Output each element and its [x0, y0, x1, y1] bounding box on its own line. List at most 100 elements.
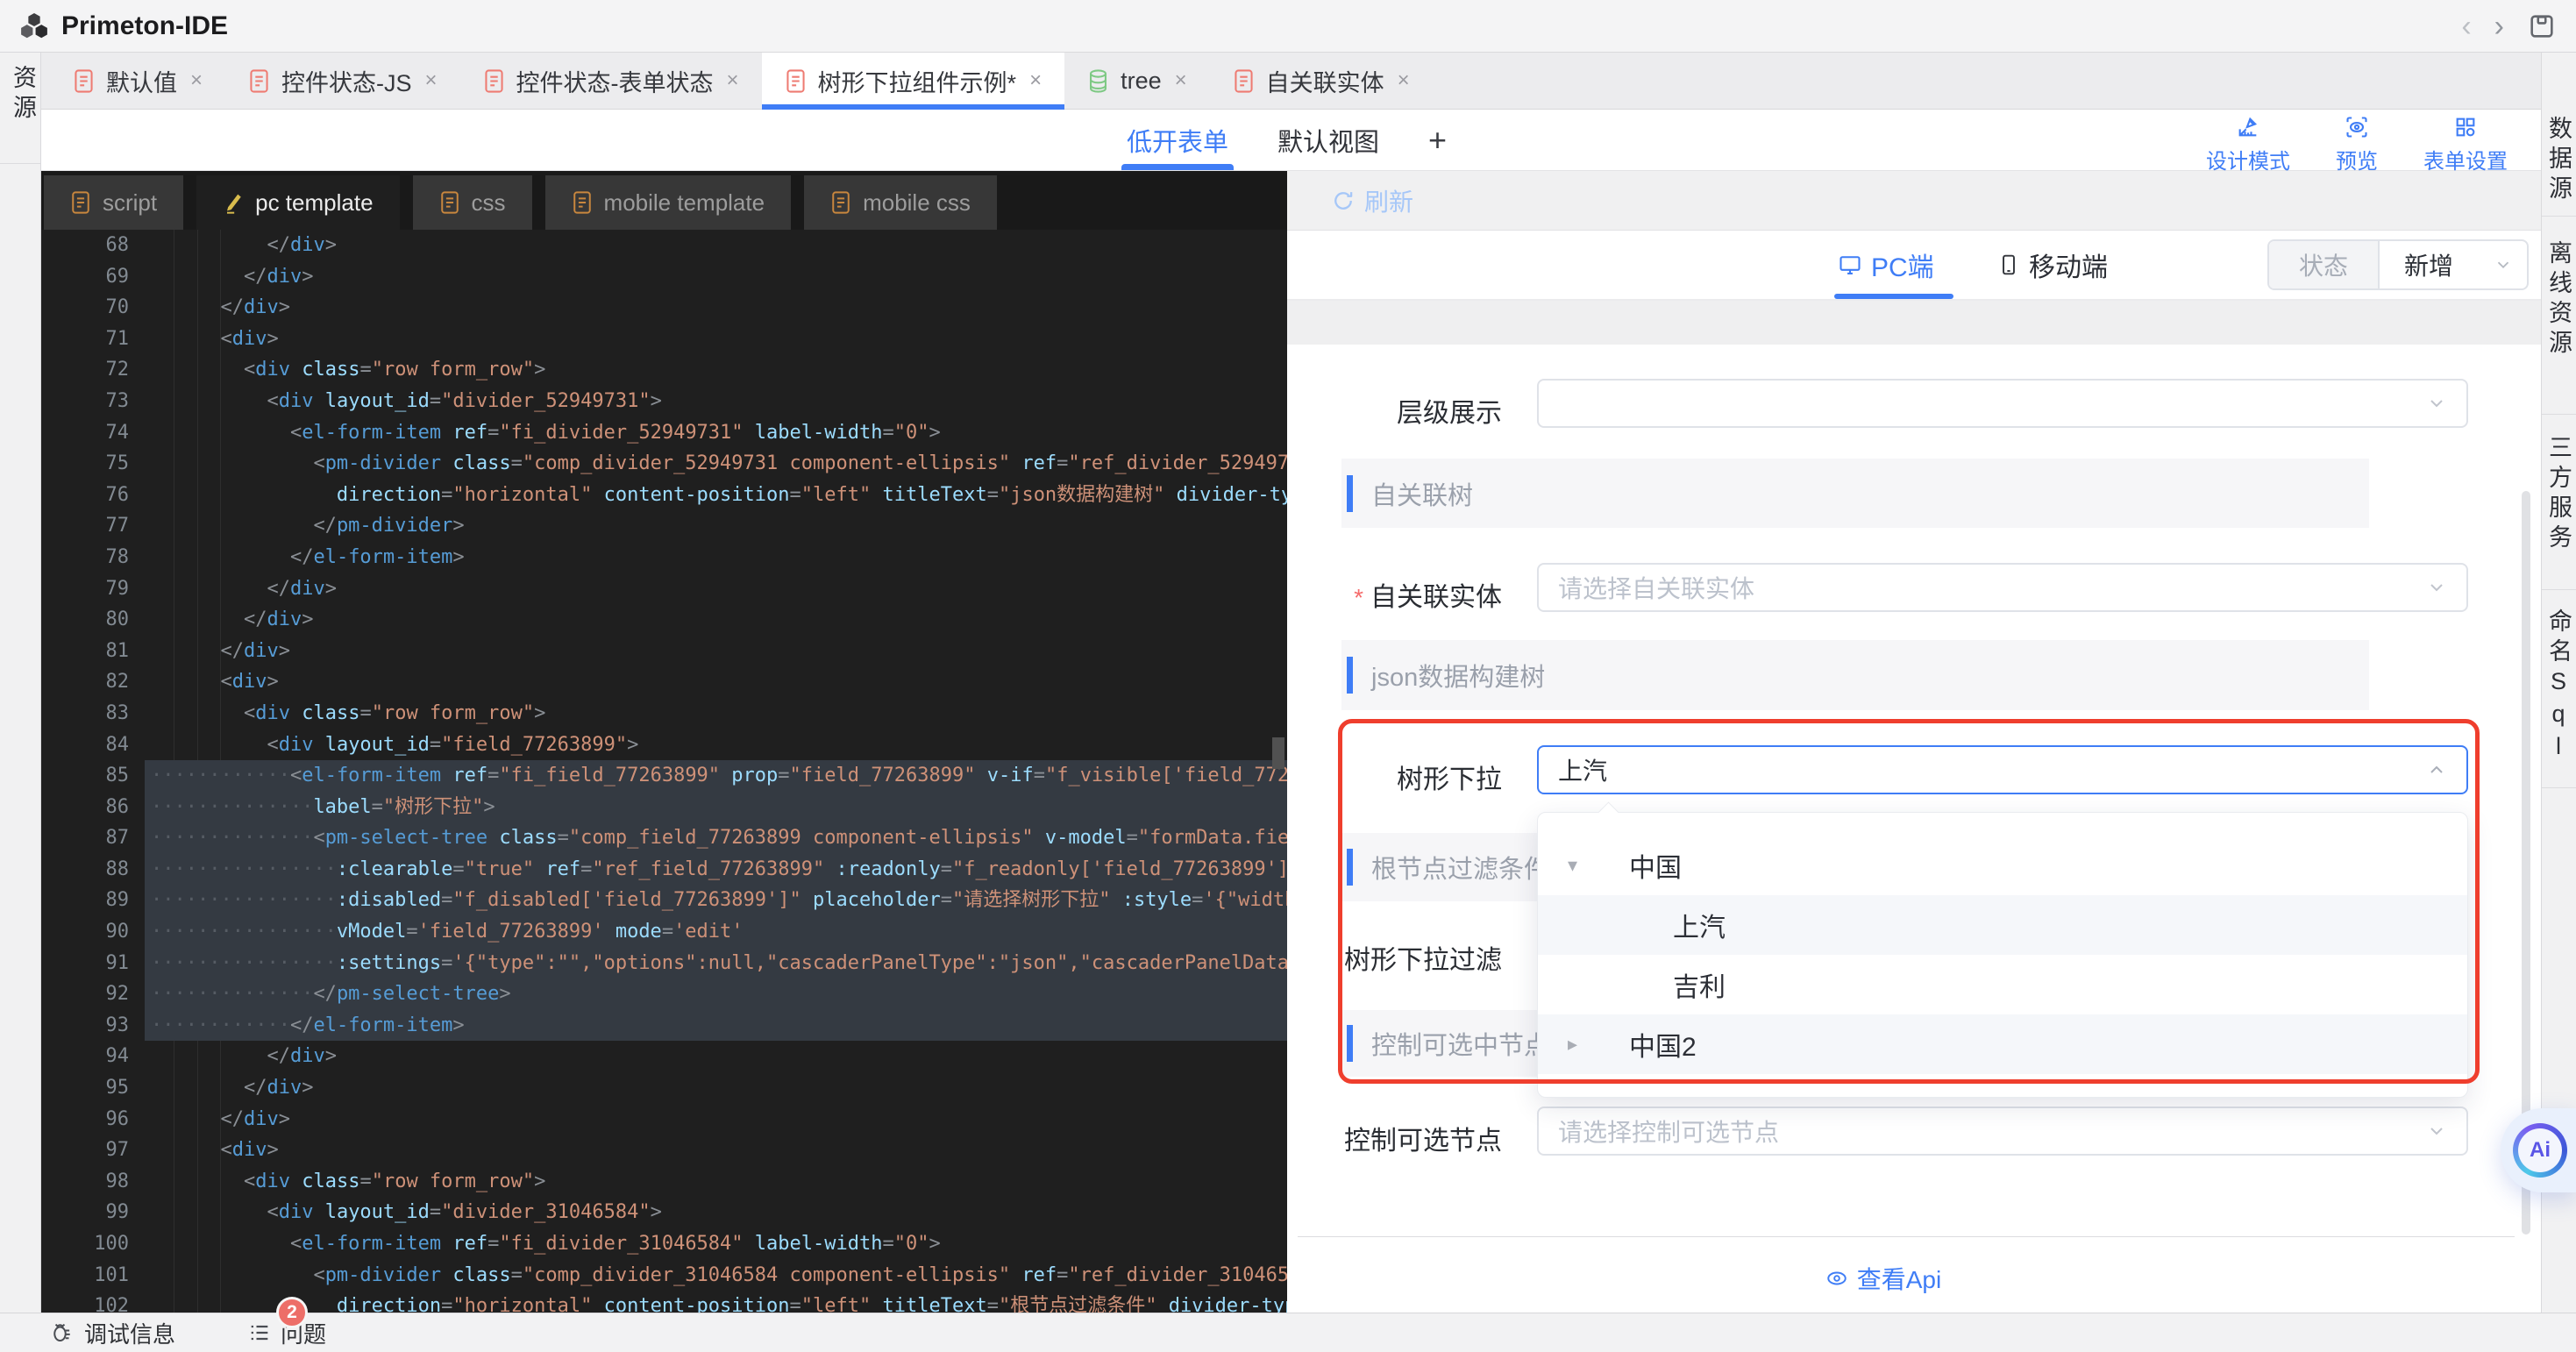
tree-item-2[interactable]: 吉利 — [1538, 955, 2467, 1014]
code-line-85[interactable]: 85············<el-form-item ref="fi_fiel… — [41, 760, 1287, 792]
file-tab-0[interactable]: 默认值× — [50, 53, 225, 109]
tab-lowcode-form[interactable]: 低开表单 — [1127, 110, 1228, 170]
code-line-100[interactable]: 100 <el-form-item ref="fi_divider_310465… — [41, 1228, 1287, 1260]
view-api-link[interactable]: 查看Api — [1287, 1249, 2480, 1307]
code-line-68[interactable]: 68 </div> — [41, 230, 1287, 261]
tree-item-3[interactable]: ▸中国2 — [1538, 1014, 2467, 1074]
code-line-97[interactable]: 97 <div> — [41, 1135, 1287, 1166]
code-line-95[interactable]: 95 </div> — [41, 1072, 1287, 1104]
code-line-78[interactable]: 78 </el-form-item> — [41, 542, 1287, 573]
editor-tab-pc-template[interactable]: pc template — [196, 175, 399, 230]
file-tab-2[interactable]: 控件状态-表单状态× — [460, 53, 762, 109]
code-line-91[interactable]: 91················:settings='{"type":"",… — [41, 948, 1287, 979]
save-icon[interactable] — [2527, 11, 2557, 41]
code-line-87[interactable]: 87··············<pm-select-tree class="c… — [41, 822, 1287, 854]
editor-tab-css[interactable]: css — [413, 175, 532, 230]
rail-item-resources[interactable]: 资源 — [0, 65, 40, 125]
self-entity-select[interactable]: 请选择自关联实体 — [1537, 563, 2468, 612]
code-line-81[interactable]: 81 </div> — [41, 636, 1287, 667]
code-line-98[interactable]: 98 <div class="row form_row"> — [41, 1166, 1287, 1198]
code-line-101[interactable]: 101 <pm-divider class="comp_divider_3104… — [41, 1260, 1287, 1292]
editor-tab-mobile-template[interactable]: mobile template — [545, 175, 792, 230]
form-icon — [785, 68, 807, 94]
close-icon[interactable]: × — [425, 68, 438, 93]
code-line-69[interactable]: 69 </div> — [41, 261, 1287, 293]
line-text: <div class="row form_row"> — [151, 702, 545, 724]
code-line-89[interactable]: 89················:disabled="f_disabled[… — [41, 885, 1287, 916]
rail-item-0[interactable]: 数据源 — [2542, 116, 2576, 205]
tab-mobile[interactable]: 移动端 — [1997, 231, 2108, 299]
line-number: 73 — [41, 386, 129, 417]
code-line-88[interactable]: 88················:clearable="true" ref=… — [41, 854, 1287, 886]
code-line-92[interactable]: 92··············</pm-select-tree> — [41, 978, 1287, 1010]
code-line-73[interactable]: 73 <div layout_id="divider_52949731"> — [41, 386, 1287, 417]
tree-item-1[interactable]: 上汽 — [1538, 895, 2467, 955]
close-icon[interactable]: × — [190, 68, 203, 93]
line-number: 74 — [41, 417, 129, 449]
tree-item-0[interactable]: ▾中国 — [1538, 836, 2467, 895]
line-number: 71 — [41, 324, 129, 355]
debug-info-button[interactable]: 调试信息 — [49, 1317, 175, 1349]
close-icon[interactable]: × — [727, 68, 739, 93]
nav-back-icon[interactable]: ‹ — [2461, 11, 2471, 41]
code-line-93[interactable]: 93············</el-form-item> — [41, 1010, 1287, 1042]
tab-pc[interactable]: PC端 — [1838, 231, 1934, 299]
selectable-nodes-select[interactable]: 请选择控制可选节点 — [1537, 1107, 2468, 1156]
file-tab-1[interactable]: 控件状态-JS× — [225, 53, 460, 109]
code-line-102[interactable]: 102 direction="horizontal" content-posit… — [41, 1291, 1287, 1313]
editor-scrollbar-thumb[interactable] — [1272, 737, 1284, 769]
code-line-74[interactable]: 74 <el-form-item ref="fi_divider_5294973… — [41, 417, 1287, 449]
code-line-72[interactable]: 72 <div class="row form_row"> — [41, 354, 1287, 386]
code-line-82[interactable]: 82 <div> — [41, 666, 1287, 698]
line-number: 100 — [41, 1228, 129, 1260]
caret-down-icon[interactable]: ▾ — [1568, 854, 1577, 877]
state-select[interactable]: 状态 新增 — [2267, 239, 2529, 290]
preview-button[interactable]: 预览 — [2336, 115, 2378, 174]
code-line-99[interactable]: 99 <div layout_id="divider_31046584"> — [41, 1197, 1287, 1228]
caret-right-icon[interactable]: ▸ — [1568, 1033, 1577, 1056]
add-view-button[interactable]: + — [1428, 110, 1447, 170]
code-line-70[interactable]: 70 </div> — [41, 292, 1287, 324]
close-icon[interactable]: × — [1029, 68, 1042, 93]
design-mode-label: 设计模式 — [2206, 144, 2290, 174]
file-tab-3[interactable]: 树形下拉组件示例*× — [762, 53, 1065, 109]
preview-label: 预览 — [2336, 144, 2378, 174]
chevron-up-icon — [2426, 759, 2447, 780]
close-icon[interactable]: × — [1398, 68, 1410, 93]
code-line-75[interactable]: 75 <pm-divider class="comp_divider_52949… — [41, 448, 1287, 480]
line-number: 97 — [41, 1135, 129, 1166]
field-label-self-entity: *自关联实体 — [1287, 575, 1502, 614]
file-tab-5[interactable]: 自关联实体× — [1210, 53, 1433, 109]
tab-default-view[interactable]: 默认视图 — [1277, 110, 1379, 170]
editor-tab-label: pc template — [255, 189, 373, 217]
close-icon[interactable]: × — [1175, 68, 1187, 93]
code-lines[interactable]: 68 </div>69 </div>70 </div>71 <div>72 <d… — [41, 230, 1287, 1313]
hierarchy-select[interactable] — [1537, 379, 2468, 428]
code-line-79[interactable]: 79 </div> — [41, 573, 1287, 605]
tree-select-input[interactable]: 上汽 — [1537, 745, 2468, 794]
code-line-90[interactable]: 90················vModel='field_77263899… — [41, 916, 1287, 948]
code-line-84[interactable]: 84 <div layout_id="field_77263899"> — [41, 729, 1287, 761]
code-line-71[interactable]: 71 <div> — [41, 324, 1287, 355]
code-line-96[interactable]: 96 </div> — [41, 1104, 1287, 1135]
line-text: ················:disabled="f_disabled['f… — [151, 889, 1287, 911]
file-tab-4[interactable]: tree× — [1064, 53, 1210, 109]
editor-tab-script[interactable]: script — [44, 175, 183, 230]
rail-item-1[interactable]: 离线资源 — [2542, 240, 2576, 359]
design-mode-button[interactable]: 设计模式 — [2206, 115, 2290, 174]
code-line-76[interactable]: 76 direction="horizontal" content-positi… — [41, 480, 1287, 511]
nav-forward-icon[interactable]: › — [2494, 11, 2504, 41]
rail-item-2[interactable]: 三方服务 — [2542, 435, 2576, 554]
form-settings-button[interactable]: 表单设置 — [2423, 115, 2508, 174]
code-line-80[interactable]: 80 </div> — [41, 604, 1287, 636]
refresh-icon — [1331, 189, 1356, 213]
code-line-83[interactable]: 83 <div class="row form_row"> — [41, 698, 1287, 729]
code-line-86[interactable]: 86··············label="树形下拉"> — [41, 792, 1287, 823]
line-text: ················:clearable="true" ref="r… — [151, 858, 1287, 880]
refresh-button[interactable]: 刷新 — [1331, 183, 1413, 218]
editor-tab-mobile-css[interactable]: mobile css — [804, 175, 997, 230]
rail-item-3[interactable]: 命名Sql — [2542, 608, 2576, 765]
code-line-77[interactable]: 77 </pm-divider> — [41, 510, 1287, 542]
ai-assistant-button[interactable]: Ai — [2501, 1108, 2576, 1192]
code-line-94[interactable]: 94 </div> — [41, 1041, 1287, 1072]
